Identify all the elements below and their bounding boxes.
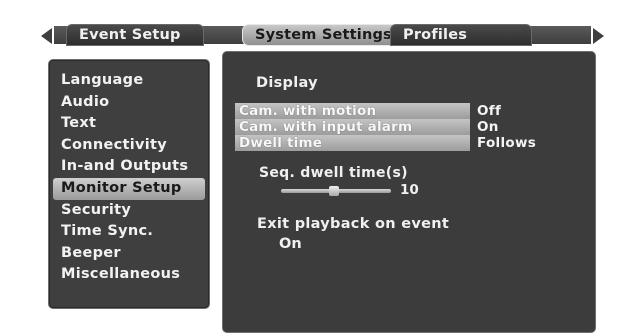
exit-playback-label: Exit playback on event (257, 216, 450, 232)
tab-profiles[interactable]: Profiles (390, 24, 532, 46)
sidebar-item-audio[interactable]: Audio (49, 92, 209, 114)
option-label: Dwell time (235, 135, 470, 151)
monitor-setup-panel: Display Cam. with motion Off Cam. with i… (222, 51, 596, 333)
option-label: Cam. with motion (235, 103, 470, 119)
option-row-cam-with-motion[interactable]: Cam. with motion Off (223, 103, 595, 119)
sidebar-item-miscellaneous[interactable]: Miscellaneous (49, 264, 209, 286)
sidebar-item-beeper[interactable]: Beeper (49, 243, 209, 265)
slider-thumb[interactable] (329, 186, 339, 196)
sidebar-item-time-sync[interactable]: Time Sync. (49, 221, 209, 243)
option-row-cam-with-input-alarm[interactable]: Cam. with input alarm On (223, 119, 595, 135)
dvr-settings-screen: Event Setup System Settings Profiles Lan… (0, 0, 620, 336)
exit-playback-value[interactable]: On (279, 236, 302, 252)
sidebar-item-in-and-outputs[interactable]: In-and Outputs (49, 156, 209, 178)
option-value[interactable]: Follows (477, 135, 536, 151)
sidebar-item-security[interactable]: Security (49, 200, 209, 222)
dwell-time-value: 10 (400, 182, 419, 198)
option-value[interactable]: On (477, 119, 499, 135)
left-arrow-icon[interactable] (41, 28, 52, 44)
dwell-time-label: Seq. dwell time(s) (259, 165, 408, 181)
section-title-display: Display (256, 75, 318, 91)
sidebar-item-language[interactable]: Language (49, 70, 209, 92)
sidebar-menu: Language Audio Text Connectivity In-and … (49, 60, 209, 286)
option-value[interactable]: Off (477, 103, 501, 119)
option-row-dwell-time[interactable]: Dwell time Follows (223, 135, 595, 151)
tab-event-setup[interactable]: Event Setup (66, 24, 204, 46)
sidebar-item-monitor-setup[interactable]: Monitor Setup (53, 177, 205, 200)
right-arrow-icon[interactable] (593, 28, 604, 44)
option-label: Cam. with input alarm (235, 119, 470, 135)
settings-sidebar: Language Audio Text Connectivity In-and … (48, 59, 210, 309)
dwell-time-slider[interactable] (281, 186, 391, 196)
tab-system-settings[interactable]: System Settings (242, 24, 405, 46)
top-tab-bar: Event Setup System Settings Profiles (40, 24, 605, 46)
sidebar-item-text[interactable]: Text (49, 113, 209, 135)
sidebar-item-connectivity[interactable]: Connectivity (49, 135, 209, 157)
